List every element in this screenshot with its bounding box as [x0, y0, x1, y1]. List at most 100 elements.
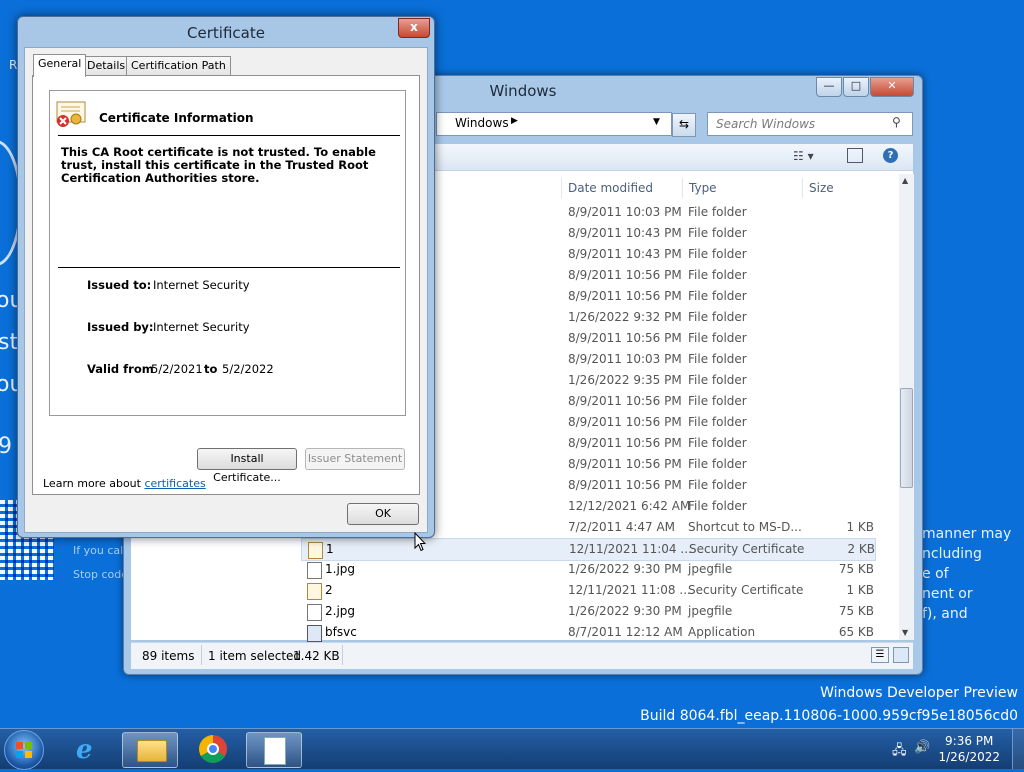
show-desktop-button[interactable] [1012, 729, 1024, 769]
desktop-fragment-right-2: ncluding [922, 546, 982, 562]
help-icon[interactable]: ? [883, 148, 898, 163]
valid-to-value: 5/2/2022 [222, 362, 274, 376]
table-row[interactable]: 2.jpg 1/26/2022 9:30 PM jpegfile 75 KB [301, 601, 874, 622]
maximize-button[interactable]: □ [843, 77, 869, 97]
row-name: 2.jpg [325, 604, 356, 618]
folder-icon [137, 740, 167, 762]
taskbar: e 🖧 🔊 9:36 PM 1/26/2022 [0, 728, 1024, 770]
taskbar-internet-explorer[interactable]: e [64, 732, 118, 766]
row-type: File folder [688, 247, 747, 261]
row-date: 12/11/2021 11:08 ... [568, 583, 691, 597]
scrollbar-thumb[interactable] [900, 388, 913, 488]
large-icons-view-icon[interactable] [893, 647, 909, 663]
row-type: Shortcut to MS-D... [688, 520, 802, 534]
row-date: 8/9/2011 10:03 PM [568, 352, 682, 366]
row-date: 12/12/2021 6:42 AM [568, 499, 691, 513]
windows-logo-icon [16, 742, 32, 758]
row-size: 75 KB [838, 604, 874, 618]
tab-details[interactable]: Details [82, 56, 131, 76]
row-name: 1.jpg [325, 562, 356, 576]
desktop-fragment-left-4: 9 [0, 434, 12, 459]
scroll-down-icon[interactable]: ▼ [902, 628, 908, 637]
issued-by-label: Issued by: [87, 320, 154, 334]
certificate-info-box: Certificate Information This CA Root cer… [49, 90, 406, 416]
search-input[interactable]: Search Windows ⚲ [707, 112, 913, 136]
table-row[interactable]: bfsvc 8/7/2011 12:12 AM Application 65 KB [301, 622, 874, 643]
column-header-date[interactable]: Date modified [561, 178, 678, 198]
taskbar-explorer[interactable] [122, 732, 178, 768]
table-row[interactable]: 1.jpg 1/26/2022 9:30 PM jpegfile 75 KB [301, 559, 874, 580]
row-date: 8/9/2011 10:56 PM [568, 478, 682, 492]
general-tab-page: Certificate Information This CA Root cer… [32, 75, 420, 495]
ok-button[interactable]: OK [347, 503, 419, 525]
start-button[interactable] [4, 730, 44, 770]
volume-icon[interactable]: 🔊 [914, 740, 930, 755]
preview-pane-icon[interactable] [847, 148, 863, 163]
row-type: File folder [688, 226, 747, 240]
taskbar-chrome[interactable] [186, 732, 240, 766]
view-options-icon[interactable]: ☷ ▾ [793, 149, 814, 163]
tab-general[interactable]: General [33, 54, 87, 77]
valid-from-label: Valid from [87, 362, 154, 376]
certificate-close-button[interactable]: x [398, 18, 430, 38]
row-type: File folder [688, 289, 747, 303]
details-view-icon[interactable]: ☰ [871, 647, 889, 663]
issued-by-value: Internet Security [153, 320, 250, 334]
tab-certification-path[interactable]: Certification Path [126, 56, 231, 76]
desktop-small-text-1: If you call [73, 544, 127, 557]
scroll-up-icon[interactable]: ▲ [902, 176, 908, 185]
breadcrumb-arrow-icon[interactable]: ▶ [511, 116, 518, 126]
explorer-close-button[interactable]: ✕ [870, 77, 914, 97]
valid-from-value: 5/2/2021 [151, 362, 203, 376]
row-name: bfsvc [325, 625, 357, 639]
certificate-file-icon [307, 583, 322, 600]
row-date: 8/9/2011 10:56 PM [568, 436, 682, 450]
row-date: 8/9/2011 10:56 PM [568, 394, 682, 408]
row-size: 75 KB [838, 562, 874, 576]
row-type: File folder [688, 436, 747, 450]
row-type: File folder [688, 478, 747, 492]
clock[interactable]: 9:36 PM 1/26/2022 [938, 733, 1000, 765]
desktop-fragment-right-5: f), and [922, 606, 968, 622]
refresh-button[interactable]: ⇆ [672, 113, 696, 137]
vertical-scrollbar[interactable]: ▲ ▼ [899, 174, 914, 640]
row-type: File folder [688, 310, 747, 324]
desktop-fragment-right-4: nent or [922, 586, 973, 602]
certificate-file-icon [308, 542, 323, 559]
row-date: 8/9/2011 10:56 PM [568, 457, 682, 471]
row-type: File folder [688, 499, 747, 513]
network-icon[interactable]: 🖧 [892, 741, 907, 763]
chrome-icon [199, 735, 227, 763]
minimize-button[interactable]: — [816, 77, 842, 97]
table-row[interactable]: 2 12/11/2021 11:08 ... Security Certificat… [301, 580, 874, 601]
address-bar[interactable]: Windows ▶ ▼ [436, 112, 672, 136]
row-size: 1 KB [846, 583, 874, 597]
mouse-cursor-icon [414, 531, 427, 555]
row-size: 65 KB [838, 625, 874, 639]
issuer-statement-button: Issuer Statement [305, 448, 405, 470]
row-date: 8/9/2011 10:56 PM [568, 268, 682, 282]
table-row[interactable]: 1 12/11/2021 11:04 ... Security Certificat… [301, 538, 876, 561]
search-placeholder: Search Windows [716, 117, 816, 131]
row-type: Security Certificate [688, 583, 804, 597]
row-date: 8/9/2011 10:56 PM [568, 415, 682, 429]
search-icon[interactable]: ⚲ [892, 115, 901, 129]
clock-date: 1/26/2022 [938, 750, 1000, 764]
desktop-fragment-left-2: st [0, 330, 19, 355]
install-certificate-button[interactable]: Install Certificate... [197, 448, 297, 484]
taskbar-certificate-window[interactable] [246, 732, 302, 768]
row-date: 7/2/2011 4:47 AM [568, 520, 676, 534]
column-header-type[interactable]: Type [682, 178, 799, 198]
certificates-link[interactable]: certificates [144, 477, 205, 490]
address-dropdown-icon[interactable]: ▼ [653, 117, 660, 127]
row-date: 8/9/2011 10:43 PM [568, 226, 682, 240]
row-name: 2 [325, 583, 333, 597]
row-date: 8/9/2011 10:03 PM [568, 205, 682, 219]
row-date: 8/9/2011 10:56 PM [568, 331, 682, 345]
certificate-dialog-body: General Details Certification Path Certi [24, 47, 428, 533]
address-segment-windows[interactable]: Windows [455, 116, 509, 130]
row-name: 1 [326, 542, 334, 556]
row-date: 1/26/2022 9:30 PM [568, 562, 682, 576]
column-header-size[interactable]: Size [802, 178, 879, 198]
certificate-dialog[interactable]: Certificate x General Details Certificat… [17, 16, 435, 538]
